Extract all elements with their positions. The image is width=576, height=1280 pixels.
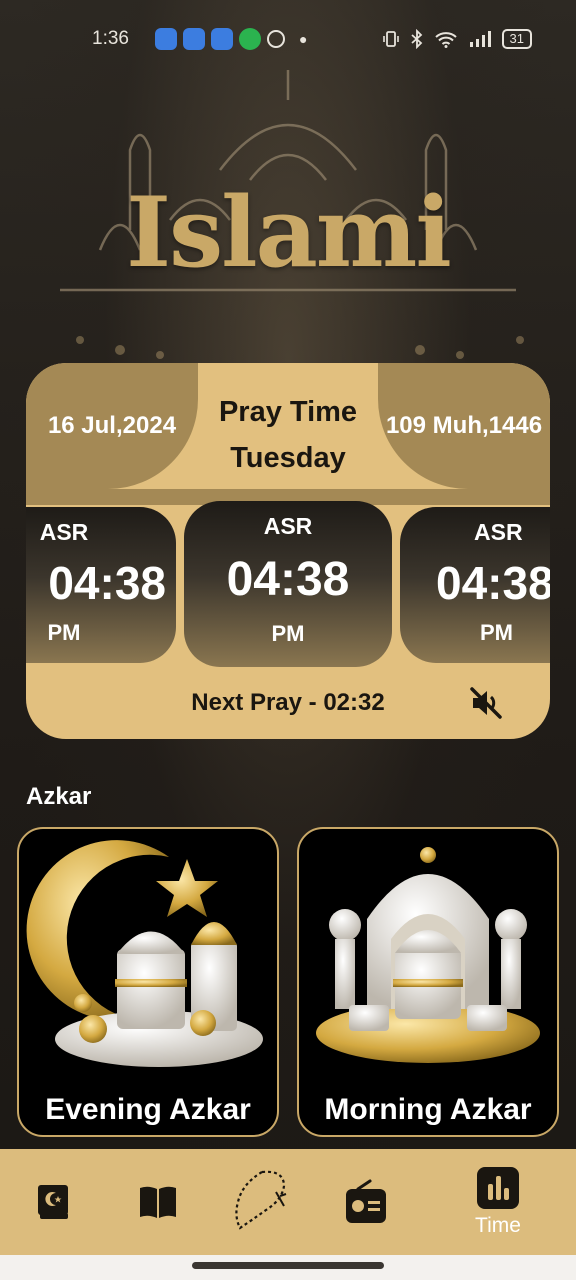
morning-azkar-card[interactable]: Morning Azkar [297, 827, 559, 1137]
prayer-time: 04:38 [436, 557, 550, 609]
prayer-slot-current[interactable]: ASR 04:38 PM [184, 501, 392, 667]
spotify-icon [238, 28, 261, 50]
hijri-date: 109 Muh,1446 [385, 412, 543, 439]
signal-icon [469, 31, 491, 47]
pray-time-title: Pray Time [218, 396, 358, 428]
app-notification-icon [182, 28, 205, 50]
home-indicator[interactable] [192, 1262, 384, 1269]
prayer-ampm: PM [47, 620, 81, 645]
app-logo: Islami [126, 176, 452, 289]
nav-item-radio[interactable] [342, 1149, 390, 1255]
morning-azkar-label: Morning Azkar [324, 1093, 532, 1126]
prayer-time: 04:38 [226, 553, 350, 606]
radio-icon [346, 1179, 386, 1223]
gregorian-date: 16 Jul,2024 [47, 412, 177, 439]
time-icon [477, 1167, 519, 1209]
bottom-navigation: Time [0, 1149, 576, 1255]
status-right: 31 [382, 29, 532, 49]
hijri-date-panel: 109 Muh,1446 [378, 363, 550, 489]
azkar-section-title: Azkar [26, 783, 92, 810]
book-icon [140, 1186, 176, 1218]
app-notification-icon [154, 28, 177, 50]
prayer-name: ASR [39, 519, 89, 545]
volume-off-icon[interactable] [468, 685, 504, 721]
pray-time-heading: Pray Time Tuesday [198, 389, 378, 481]
status-time: 1:36 [92, 28, 129, 49]
prayer-ampm: PM [271, 621, 305, 646]
prayer-ampm: PM [480, 620, 513, 645]
app-notification-icon [210, 28, 233, 50]
prayer-slot-previous[interactable]: ASR 04:38 PM [26, 507, 176, 663]
whatsapp-icon [266, 30, 285, 48]
vibrate-icon [382, 31, 399, 47]
pray-time-card: 16 Jul,2024 109 Muh,1446 Pray Time Tuesd… [26, 363, 550, 739]
nav-item-sebha[interactable] [232, 1149, 292, 1255]
crescent-mosque-icon [26, 840, 263, 1067]
prayer-name: ASR [263, 513, 313, 539]
nav-item-quran[interactable] [28, 1149, 78, 1255]
mosque-icon [316, 847, 540, 1063]
weekday-label: Tuesday [230, 442, 346, 474]
wifi-icon [434, 32, 457, 48]
sebha-icon [235, 1170, 287, 1230]
more-dot-icon: ● [298, 31, 308, 47]
nav-item-hadith[interactable] [136, 1149, 180, 1255]
prayer-name: ASR [474, 519, 523, 545]
nav-label-time: Time [475, 1214, 521, 1237]
quran-icon [38, 1185, 68, 1219]
evening-azkar-card[interactable]: Evening Azkar [17, 827, 279, 1137]
notification-icons: ● [154, 28, 308, 50]
prayer-time: 04:38 [48, 557, 166, 609]
battery-indicator: 31 [501, 29, 532, 49]
nav-item-time[interactable]: Time [466, 1149, 530, 1255]
gregorian-date-panel: 16 Jul,2024 [26, 363, 198, 489]
prayer-slot-next[interactable]: ASR 04:38 PM [400, 507, 550, 663]
evening-azkar-label: Evening Azkar [45, 1093, 251, 1126]
bluetooth-icon [410, 29, 422, 49]
